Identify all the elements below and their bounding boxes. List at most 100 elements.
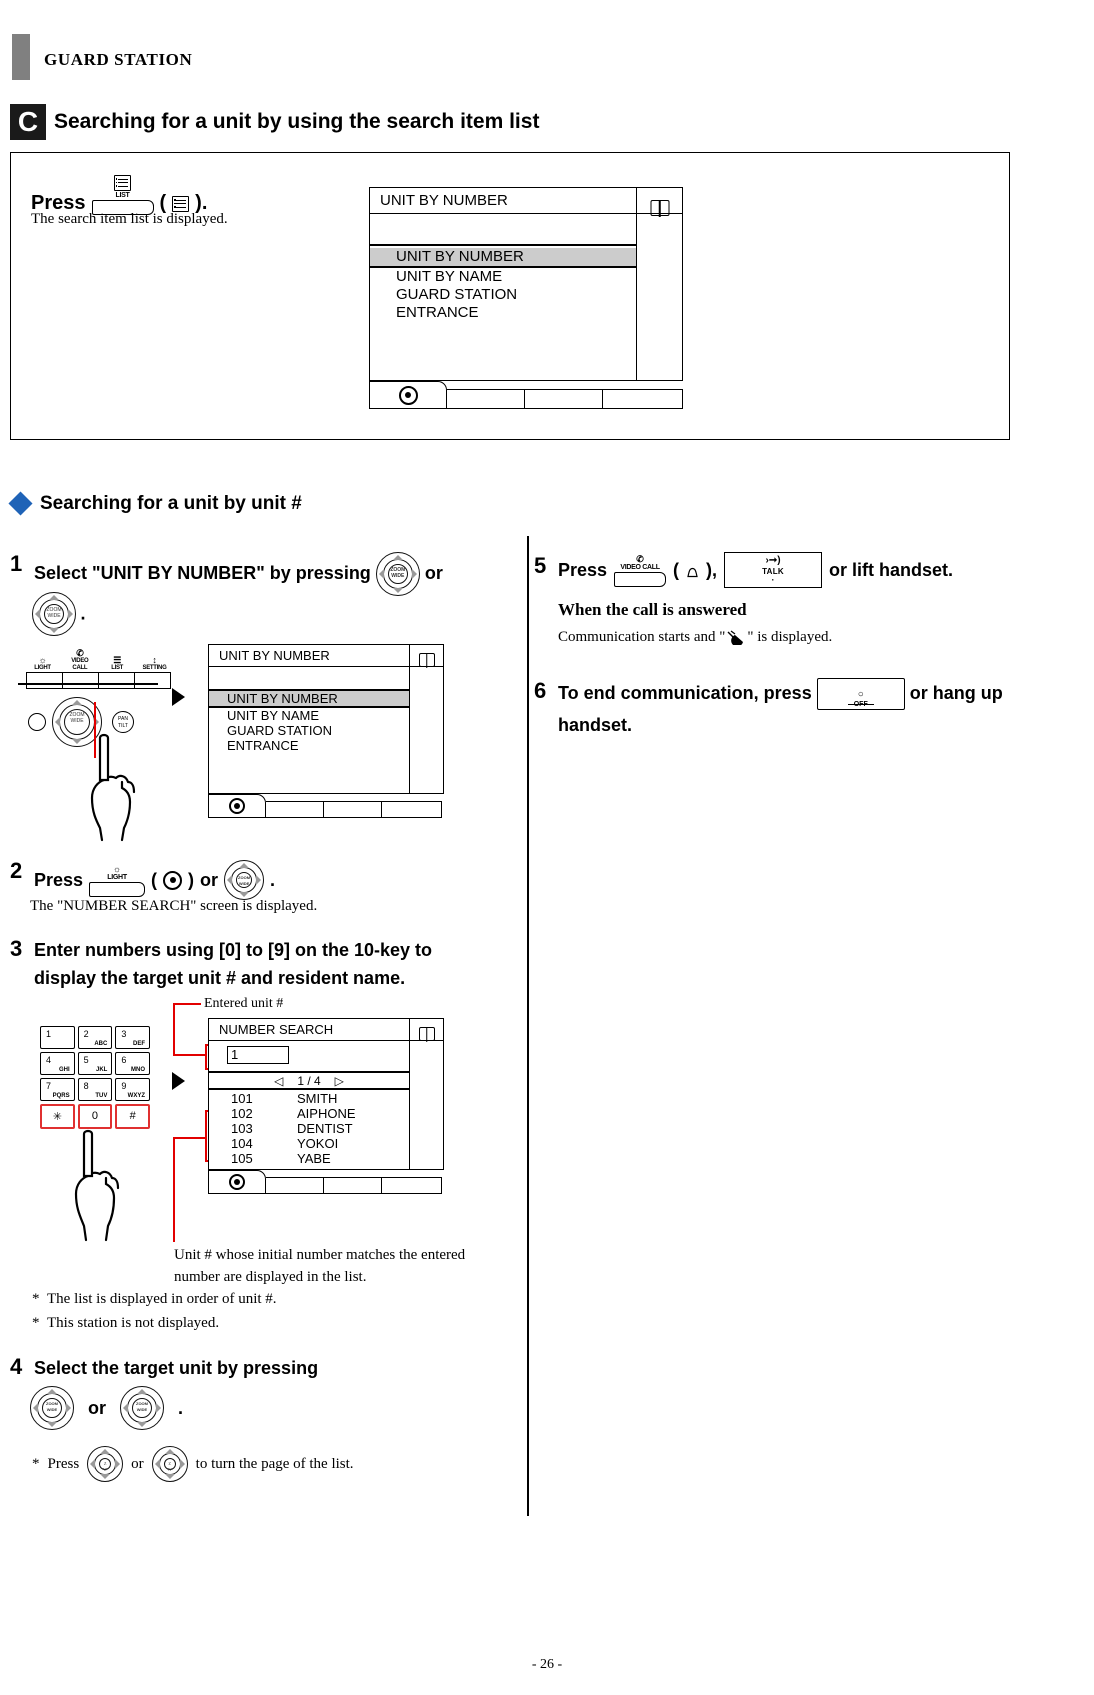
light-hard-key[interactable]: ☼ LIGHT bbox=[89, 864, 146, 897]
list-icon bbox=[92, 175, 154, 192]
list-item[interactable]: UNIT BY NUMBER bbox=[209, 691, 409, 708]
page-number: - 26 - bbox=[531, 1657, 563, 1672]
jog-dial-down-icon[interactable]: ZOOM WIDE bbox=[120, 1386, 164, 1430]
key-6[interactable]: 6 MNO bbox=[115, 1052, 150, 1075]
video-call-icon: ✆ bbox=[636, 553, 644, 564]
list-item[interactable]: GUARD STATION bbox=[370, 286, 636, 304]
step-5-text: Press ✆ VIDEO CALL ( ), ›➞) TALK · or li… bbox=[558, 552, 953, 588]
sun-icon: ☼ bbox=[38, 655, 47, 665]
jog-dial-left-icon[interactable]: ZW bbox=[151, 1446, 188, 1482]
jog-dial-right-icon[interactable]: ZW bbox=[87, 1446, 124, 1482]
table-row[interactable]: 102 AIPHONE bbox=[209, 1106, 409, 1121]
paren-close: ), bbox=[706, 559, 718, 580]
video-call-hard-key[interactable]: ✆ VIDEO CALL bbox=[614, 553, 667, 587]
step-1-period: . bbox=[80, 603, 86, 624]
paren-open: ( bbox=[151, 869, 158, 890]
list-item[interactable]: ENTRANCE bbox=[209, 738, 409, 753]
setting-key-label: ↕ SETTING bbox=[138, 655, 171, 672]
manual-page: GUARD STATION C Searching for a unit by … bbox=[0, 0, 1094, 1695]
list-item[interactable]: ENTRANCE bbox=[370, 304, 636, 322]
list-callout-vertical bbox=[173, 1137, 175, 1242]
page-indicator: 1 / 4 bbox=[297, 1073, 321, 1088]
key-star[interactable]: ✳ bbox=[40, 1104, 75, 1129]
lcd-bookmark-column bbox=[409, 1019, 443, 1169]
key-0[interactable]: 0 bbox=[77, 1104, 113, 1129]
left-round-button[interactable] bbox=[28, 713, 46, 731]
soft-key-1[interactable] bbox=[266, 1177, 324, 1194]
list-callout-horizontal bbox=[173, 1137, 206, 1139]
unit-number: 103 bbox=[231, 1121, 253, 1136]
step-1-text: Select "UNIT BY NUMBER" by pressing ZOOM… bbox=[34, 552, 504, 596]
list-key[interactable] bbox=[99, 673, 135, 688]
table-row[interactable]: 104 YOKOI bbox=[209, 1136, 409, 1151]
step-3-note-2: * This station is not displayed. bbox=[32, 1315, 220, 1331]
page-header-title: GUARD STATION bbox=[44, 50, 193, 69]
key-1[interactable]: 1 bbox=[40, 1026, 75, 1049]
bell-icon bbox=[686, 564, 699, 577]
list-item[interactable]: UNIT BY NAME bbox=[209, 708, 409, 723]
callout-bracket-left bbox=[205, 1044, 207, 1070]
soft-key-2[interactable] bbox=[525, 389, 603, 409]
soft-key-enter[interactable] bbox=[208, 1170, 266, 1194]
soft-key-enter[interactable] bbox=[369, 381, 447, 409]
soft-key-1[interactable] bbox=[266, 801, 324, 818]
video-call-key[interactable] bbox=[63, 673, 99, 688]
ten-key-pad[interactable]: 1 2 ABC 3 DEF 4 GHI 5 JKL 6 MNO 7 PQRS 8 TUV 9W… bbox=[40, 1026, 150, 1129]
list-hard-key[interactable]: LIST bbox=[91, 175, 154, 215]
list-item[interactable]: GUARD STATION bbox=[209, 723, 409, 738]
unit-number: 105 bbox=[231, 1151, 253, 1166]
key-5[interactable]: 5 JKL bbox=[77, 1052, 113, 1075]
list-item[interactable]: UNIT BY NAME bbox=[370, 268, 636, 286]
list-bracket-left bbox=[205, 1110, 207, 1162]
table-row[interactable]: 103 DENTIST bbox=[209, 1121, 409, 1136]
lcd-number-search: NUMBER SEARCH 1 ◁ 1 / 4 ▷ 101 SMITH 102 … bbox=[208, 1018, 444, 1170]
lcd-title: NUMBER SEARCH bbox=[209, 1019, 443, 1041]
key-hash[interactable]: # bbox=[115, 1104, 150, 1129]
step-1-label: Select "UNIT BY NUMBER" by pressing bbox=[34, 562, 371, 583]
soft-key-3[interactable] bbox=[382, 1177, 442, 1194]
soft-key-2[interactable] bbox=[324, 1177, 382, 1194]
step-3-number: 3 bbox=[10, 936, 23, 961]
paren-close: ) bbox=[188, 869, 195, 890]
video-call-key-label: VIDEO CALL bbox=[620, 563, 660, 571]
jog-dial-down-icon[interactable]: ZOOM WIDE bbox=[32, 592, 76, 636]
soft-key-3[interactable] bbox=[382, 801, 442, 818]
lcd-soft-key-bar bbox=[208, 1170, 444, 1194]
prev-page-arrow-icon[interactable]: ◁ bbox=[274, 1074, 283, 1088]
off-button[interactable]: ○ OFF bbox=[816, 678, 905, 711]
key-7[interactable]: 7 PQRS bbox=[40, 1078, 75, 1101]
soft-key-2[interactable] bbox=[324, 801, 382, 818]
key-4[interactable]: 4 GHI bbox=[40, 1052, 75, 1075]
jog-dial-up-icon[interactable]: ZOOM WIDE bbox=[30, 1386, 74, 1430]
soft-key-1[interactable] bbox=[447, 389, 525, 409]
right-round-button[interactable]: PAN TILT bbox=[112, 711, 134, 733]
list-item[interactable]: UNIT BY NUMBER bbox=[370, 248, 636, 268]
jog-dial-icon[interactable]: ZOOM WIDE bbox=[224, 860, 265, 900]
lcd-bookmark-column bbox=[636, 188, 682, 380]
step-4-or: or bbox=[88, 1397, 106, 1418]
soft-key-enter[interactable] bbox=[208, 794, 266, 818]
step-2-text: Press ☼ LIGHT ( ) or ZOOM WIDE . bbox=[34, 860, 275, 900]
light-key-label: LIGHT bbox=[107, 873, 127, 881]
talk-button[interactable]: ›➞) TALK · bbox=[724, 552, 823, 588]
soft-key-3[interactable] bbox=[603, 389, 683, 409]
next-page-arrow-icon[interactable]: ▷ bbox=[335, 1074, 344, 1088]
bullet-diamond-icon bbox=[8, 491, 33, 516]
resident-name: DENTIST bbox=[297, 1121, 353, 1136]
key-8[interactable]: 8 TUV bbox=[77, 1078, 113, 1101]
key-2[interactable]: 2 ABC bbox=[77, 1026, 113, 1049]
talk-dot: · bbox=[771, 575, 775, 585]
step-3-text: Enter numbers using [0] to [9] on the 10… bbox=[34, 940, 433, 988]
light-key[interactable] bbox=[27, 673, 63, 688]
key-3[interactable]: 3 DEF bbox=[115, 1026, 150, 1049]
table-row[interactable]: 105 YABE bbox=[209, 1151, 409, 1166]
entered-unit-field[interactable]: 1 bbox=[227, 1046, 289, 1064]
key-9[interactable]: 9 WXYZ bbox=[115, 1078, 150, 1101]
flow-arrow-icon bbox=[172, 1072, 185, 1090]
step-2-number: 2 bbox=[10, 858, 23, 883]
jog-dial-up-icon[interactable]: ZOOM WIDE bbox=[375, 552, 420, 596]
table-row[interactable]: 101 SMITH bbox=[209, 1091, 409, 1106]
setting-key[interactable] bbox=[135, 673, 170, 688]
resident-name: SMITH bbox=[297, 1091, 338, 1106]
function-keys[interactable] bbox=[26, 672, 171, 689]
